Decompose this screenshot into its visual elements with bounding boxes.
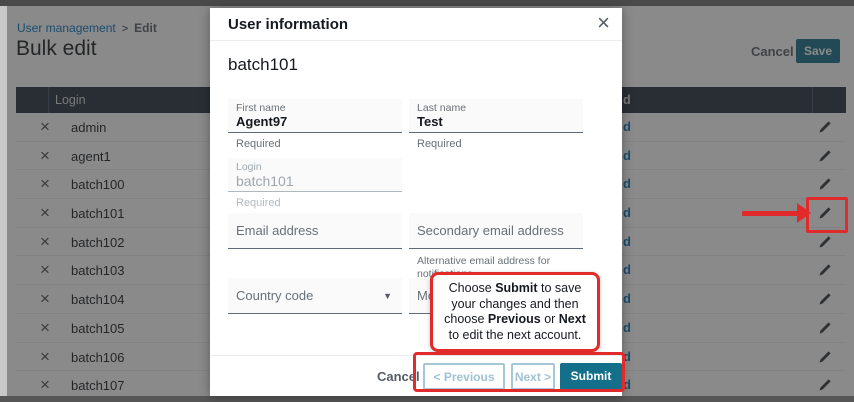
email-field[interactable]: Email address <box>228 213 402 249</box>
country-code-placeholder: Country code <box>236 278 313 314</box>
annotation-callout: Choose Submit to save your changes and t… <box>430 272 600 352</box>
last-name-field[interactable]: Last name Test <box>409 99 583 133</box>
email-placeholder: Email address <box>236 213 318 249</box>
chevron-down-icon: ▼ <box>383 291 392 301</box>
last-name-label: Last name <box>417 102 466 114</box>
login-value: batch101 <box>236 173 294 189</box>
last-name-required-text: Required <box>417 138 462 150</box>
modal-title: User information <box>228 16 348 33</box>
last-name-value: Test <box>417 114 443 129</box>
first-name-required-text: Required <box>236 138 281 150</box>
user-information-modal: User information × batch101 First name A… <box>210 8 622 396</box>
first-name-field[interactable]: First name Agent97 <box>228 99 402 133</box>
first-name-label: First name <box>236 102 286 114</box>
close-icon[interactable]: × <box>597 10 610 36</box>
secondary-email-placeholder: Secondary email address <box>417 213 564 249</box>
annotation-box-edit-icon <box>806 197 848 233</box>
country-code-select[interactable]: Country code ▼ <box>228 278 402 314</box>
left-edge-strip <box>0 6 7 396</box>
secondary-email-field[interactable]: Secondary email address <box>409 213 583 249</box>
login-label: Login <box>236 161 262 173</box>
login-field: Login batch101 <box>228 158 402 192</box>
modal-header: User information × <box>210 8 622 41</box>
screen: User management>Edit Bulk edit Cancel Sa… <box>0 0 854 402</box>
annotation-box-footer-buttons <box>413 352 625 392</box>
login-required-text: Required <box>236 197 281 209</box>
bottom-edge-strip <box>0 396 854 402</box>
modal-subtitle: batch101 <box>228 55 298 75</box>
annotation-arrow <box>742 211 798 216</box>
top-edge-strip <box>0 0 854 6</box>
first-name-value: Agent97 <box>236 114 287 129</box>
